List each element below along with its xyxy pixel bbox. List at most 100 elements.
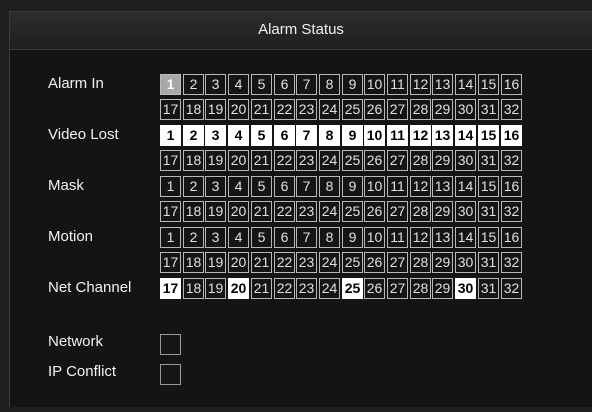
channel-cell-motion: 17 [160, 252, 181, 273]
channel-cell-mask: 14 [455, 176, 476, 197]
channel-cell-mask: 9 [342, 176, 363, 197]
channel-cell-alarm-in: 27 [387, 99, 408, 120]
channel-cell-alarm-in: 6 [274, 74, 295, 95]
title-bar: Alarm Status [10, 12, 592, 50]
channel-cell-net-channel: 21 [251, 278, 272, 299]
channel-cell-motion: 9 [342, 227, 363, 248]
channel-cell-video-lost: 14 [455, 125, 476, 146]
channel-cell-mask: 27 [387, 201, 408, 222]
channel-cell-mask: 16 [501, 176, 522, 197]
channel-cell-alarm-in: 28 [410, 99, 431, 120]
channel-cell-alarm-in: 20 [228, 99, 249, 120]
network-indicator [160, 334, 181, 355]
channel-cell-video-lost: 8 [319, 125, 340, 146]
channel-cell-motion: 22 [274, 252, 295, 273]
channel-cell-video-lost: 21 [251, 150, 272, 171]
channel-cell-motion: 13 [432, 227, 453, 248]
row-label-alarm-in: Alarm In [48, 75, 104, 92]
channel-cell-alarm-in: 3 [205, 74, 226, 95]
channel-cell-motion: 31 [478, 252, 499, 273]
channel-cell-mask: 5 [251, 176, 272, 197]
channel-cell-net-channel: 31 [478, 278, 499, 299]
channel-cell-mask: 3 [205, 176, 226, 197]
channel-cell-alarm-in: 1 [160, 74, 181, 95]
channel-cell-net-channel: 23 [296, 278, 317, 299]
channel-cell-motion: 27 [387, 252, 408, 273]
channel-cell-alarm-in: 9 [342, 74, 363, 95]
channel-cell-net-channel: 29 [432, 278, 453, 299]
channel-cell-mask: 24 [319, 201, 340, 222]
channel-cell-motion: 8 [319, 227, 340, 248]
channel-cell-mask: 18 [183, 201, 204, 222]
channel-cell-video-lost: 27 [387, 150, 408, 171]
channel-cell-motion: 23 [296, 252, 317, 273]
channel-cell-video-lost: 29 [432, 150, 453, 171]
channel-cell-mask: 31 [478, 201, 499, 222]
channel-cell-video-lost: 12 [410, 125, 431, 146]
channel-cell-video-lost: 7 [296, 125, 317, 146]
channel-cell-video-lost: 9 [342, 125, 363, 146]
channel-cell-net-channel: 20 [228, 278, 249, 299]
channel-cell-video-lost: 5 [251, 125, 272, 146]
window-title: Alarm Status [258, 21, 344, 38]
channel-cell-motion: 18 [183, 252, 204, 273]
channel-cell-mask: 12 [410, 176, 431, 197]
channel-cell-net-channel: 17 [160, 278, 181, 299]
channel-cell-mask: 15 [478, 176, 499, 197]
channel-cell-video-lost: 17 [160, 150, 181, 171]
channel-cell-mask: 2 [183, 176, 204, 197]
channel-cell-alarm-in: 4 [228, 74, 249, 95]
channel-cell-net-channel: 18 [183, 278, 204, 299]
channel-cell-video-lost: 24 [319, 150, 340, 171]
channel-cell-motion: 29 [432, 252, 453, 273]
row-label-video-lost: Video Lost [48, 126, 119, 143]
channel-cell-motion: 1 [160, 227, 181, 248]
channel-cell-alarm-in: 12 [410, 74, 431, 95]
channel-cell-video-lost: 31 [478, 150, 499, 171]
alarm-status-window: Alarm Status Alarm In 1 2 3 4 5 6 7 8 9 10 11 12 13 14… [9, 11, 592, 407]
channel-cell-motion: 21 [251, 252, 272, 273]
channel-cell-motion: 28 [410, 252, 431, 273]
channel-cell-alarm-in: 7 [296, 74, 317, 95]
channel-cell-alarm-in: 31 [478, 99, 499, 120]
channel-cell-motion: 24 [319, 252, 340, 273]
channel-cell-alarm-in: 21 [251, 99, 272, 120]
channel-cell-video-lost: 20 [228, 150, 249, 171]
channel-cell-motion: 20 [228, 252, 249, 273]
channel-cell-video-lost: 25 [342, 150, 363, 171]
channel-cell-mask: 13 [432, 176, 453, 197]
channel-cell-mask: 19 [205, 201, 226, 222]
channel-cell-mask: 20 [228, 201, 249, 222]
channel-cell-alarm-in: 15 [478, 74, 499, 95]
channel-cell-mask: 8 [319, 176, 340, 197]
channel-cell-video-lost: 23 [296, 150, 317, 171]
channel-cell-net-channel: 19 [205, 278, 226, 299]
channel-cell-alarm-in: 17 [160, 99, 181, 120]
channel-cell-alarm-in: 16 [501, 74, 522, 95]
channel-cell-mask: 1 [160, 176, 181, 197]
channel-cell-mask: 17 [160, 201, 181, 222]
channel-cell-mask: 28 [410, 201, 431, 222]
channel-cell-motion: 26 [364, 252, 385, 273]
channel-cell-motion: 16 [501, 227, 522, 248]
channel-cell-motion: 12 [410, 227, 431, 248]
channel-cell-mask: 25 [342, 201, 363, 222]
channel-cell-alarm-in: 25 [342, 99, 363, 120]
channel-cell-alarm-in: 10 [364, 74, 385, 95]
channel-cell-net-channel: 32 [501, 278, 522, 299]
channel-cell-video-lost: 10 [364, 125, 385, 146]
channel-cell-alarm-in: 32 [501, 99, 522, 120]
channel-cell-alarm-in: 5 [251, 74, 272, 95]
row-label-net-channel: Net Channel [48, 279, 132, 296]
channel-cell-motion: 6 [274, 227, 295, 248]
channel-cell-video-lost: 2 [183, 125, 204, 146]
channel-cell-alarm-in: 30 [455, 99, 476, 120]
channel-cell-video-lost: 6 [274, 125, 295, 146]
channel-cell-mask: 4 [228, 176, 249, 197]
channel-cell-motion: 7 [296, 227, 317, 248]
channel-cell-video-lost: 26 [364, 150, 385, 171]
channel-cell-mask: 7 [296, 176, 317, 197]
channel-cell-video-lost: 1 [160, 125, 181, 146]
channel-cell-motion: 4 [228, 227, 249, 248]
channel-cell-alarm-in: 29 [432, 99, 453, 120]
